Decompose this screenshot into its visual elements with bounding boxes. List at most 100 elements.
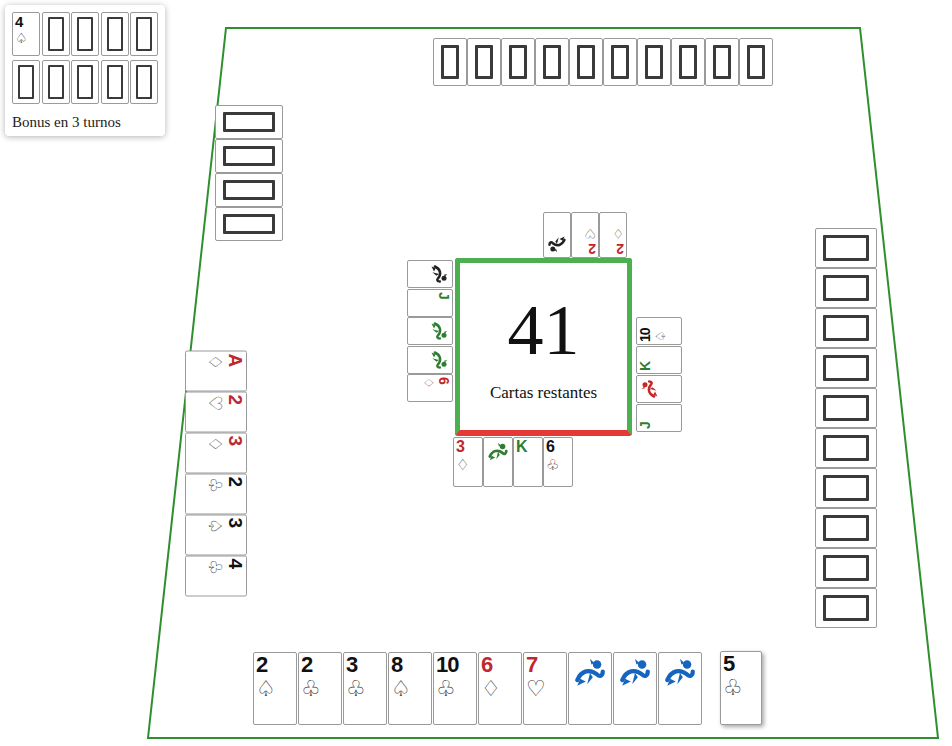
card-back-frame [823,435,869,461]
joker-face [429,261,452,287]
card-rank: 2 [226,476,245,486]
drawn-card[interactable]: 5♧ [720,651,762,725]
card [407,346,453,374]
side-meld: A♢2♡3♢2♧3♤4♧ [185,350,247,596]
card-face: 8♤ [389,653,431,700]
card[interactable] [658,652,702,725]
card-slot: 4♧ [185,555,247,596]
card: K [513,437,543,487]
card-slot: K [635,345,682,374]
card-face: 7♡ [524,653,566,700]
joker-face [637,376,660,402]
card[interactable]: 5♧ [720,651,762,725]
card[interactable] [568,652,612,725]
card[interactable]: 10♧ [433,652,477,725]
card-slot: 10♤ [635,316,682,345]
card-face: 3♧ [344,653,386,700]
card-back-frame [823,275,869,301]
card [815,308,877,348]
card-back-frame [107,65,123,99]
card [483,437,513,487]
card-back-frame [679,45,697,79]
card-back-frame [136,65,152,99]
card-face: 2♧ [206,474,246,513]
joker-icon [487,441,509,463]
top-opponent-hand [433,38,773,86]
card-back-frame [441,45,459,79]
card [543,212,571,258]
card-face: 2♢ [600,227,626,257]
card-face: 3♢ [206,433,246,472]
card [815,468,877,508]
card-rank: 10 [436,654,458,676]
card-suit: ♤ [15,31,28,45]
card-back-frame [823,555,869,581]
card-suit: ♤ [391,678,411,700]
card [215,173,283,207]
card-slot [407,346,453,375]
card: 6♢ [407,374,453,402]
draw-pile[interactable]: 41Cartas restantes [455,258,632,436]
card: 2♢ [599,212,627,258]
card [467,38,501,86]
card-back-frame [645,45,663,79]
card [501,38,535,86]
card [815,508,877,548]
card [130,60,158,104]
top-meld: 2♡2♢ [543,212,627,258]
card[interactable]: 2♤ [253,652,297,725]
card-rank: K [638,361,652,370]
card[interactable]: 7♡ [523,652,567,725]
card-back-frame [136,17,152,51]
card [407,260,453,288]
card-slot: 2♡ [185,391,247,432]
joker-face [569,653,611,690]
card-back-frame [475,45,493,79]
card-face: 5♧ [721,652,761,699]
card [569,38,603,86]
card-slot [635,374,682,403]
card-suit: ♡ [526,678,546,700]
card-back-frame [509,45,527,79]
bottom-meld: 3♢K6♧ [453,437,573,487]
card-rank: 2 [301,654,312,676]
bonus-cards: 4♤ [12,12,158,104]
card[interactable]: 2♧ [298,652,342,725]
card-face: K [637,347,652,373]
card-face: 3♤ [206,515,246,554]
card-face: 10♧ [434,653,476,700]
card: J [407,289,453,317]
remaining-label: Cartas restantes [490,382,597,404]
card-suit: ♧ [346,678,366,700]
card-rank: K [516,439,527,455]
card-suit: ♧ [723,677,743,699]
card-slot: 3♢ [185,432,247,473]
card-suit: ♧ [546,457,559,472]
right-opponent-hand [815,228,877,628]
card-suit: ♢ [612,227,624,240]
card [12,60,40,104]
card-rank: 3 [456,439,464,455]
card-face: 4♧ [206,556,246,595]
card-face: 2♤ [254,653,296,700]
card[interactable]: 8♤ [388,652,432,725]
joker-icon [429,350,449,370]
card-face: J [437,290,452,316]
card[interactable]: 3♧ [343,652,387,725]
joker-icon [573,656,607,690]
card [815,348,877,388]
card: 4♤ [12,12,40,56]
joker-icon [663,656,697,690]
card-face: 10♤ [637,318,667,344]
card: 6♧ [543,437,573,487]
card-rank: 4 [226,558,245,568]
card-face: 4♤ [13,13,39,45]
card-back-frame [823,355,869,381]
card[interactable]: 6♢ [478,652,522,725]
card-slot [407,317,453,346]
card: A♢ [185,350,247,391]
card [71,60,99,104]
card-slot: 6♢ [407,374,453,403]
card-back-frame [823,235,869,261]
card[interactable] [613,652,657,725]
